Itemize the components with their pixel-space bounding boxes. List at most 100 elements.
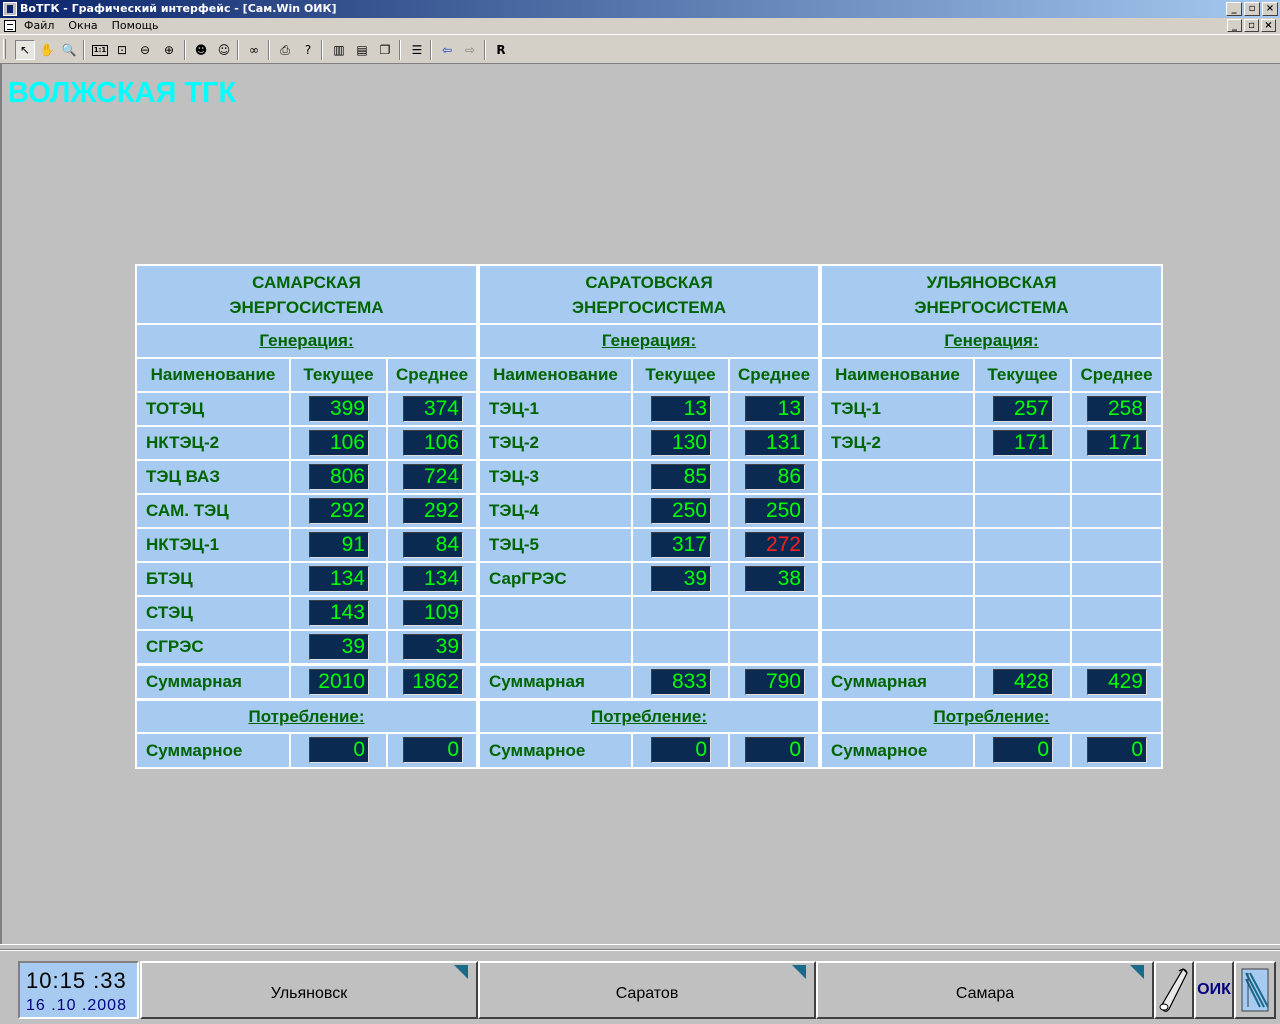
menu-windows[interactable]: Окна	[66, 19, 99, 32]
column-header-text: Наименование	[835, 365, 960, 384]
magnifier-tool-button[interactable]: 🔍	[59, 40, 79, 60]
current-value-cell: 257	[975, 393, 1070, 425]
station-name: ТЭЦ-2	[489, 433, 540, 452]
close-button[interactable]: ×	[1262, 2, 1278, 16]
print-icon: ⎙	[280, 42, 290, 57]
print-tool-button[interactable]: ⎙	[275, 40, 295, 60]
clock-time: 10:15 :33	[26, 968, 127, 993]
binoculars-tool-button[interactable]: ∞	[244, 40, 264, 60]
average-value-cell: 106	[388, 427, 476, 459]
person-tool-button[interactable]: ☻	[191, 40, 211, 60]
current-value-cell: 317	[633, 529, 728, 561]
nav-button-saratov[interactable]: Саратов	[478, 961, 816, 1019]
person-alt-tool-button[interactable]: ☺	[214, 40, 234, 60]
column-header-text: Наименование	[493, 365, 618, 384]
forward-tool-button[interactable]: ⇨	[460, 40, 480, 60]
average-value-cell: 84	[388, 529, 476, 561]
consumption-label-text: Потребление:	[590, 706, 708, 726]
doc-close-button[interactable]: ×	[1261, 19, 1276, 32]
total-name-cell: Суммарная	[480, 666, 631, 698]
consumption-label-text: Потребление:	[248, 706, 365, 726]
maximize-button[interactable]: ▫	[1244, 2, 1260, 16]
zoom-in-tool-button[interactable]: ⊕	[159, 40, 179, 60]
station-name: НКТЭЦ-1	[146, 535, 220, 554]
current-value-cell: 39	[291, 631, 386, 663]
station-name: СТЭЦ	[146, 603, 193, 622]
system-header: САМАРСКАЯ ЭНЕРГОСИСТЕМА	[137, 266, 476, 323]
consumption-name: Суммарное	[831, 740, 928, 760]
scroll-button[interactable]	[1154, 961, 1194, 1019]
refresh-r-tool-button[interactable]: R	[491, 40, 511, 60]
nav-button-ulyanovsk[interactable]: Ульяновск	[140, 961, 478, 1019]
station-name-cell: ТЭЦ-3	[480, 461, 631, 493]
average-value-display: 171	[1087, 430, 1147, 456]
toolbar-grip[interactable]	[3, 39, 6, 59]
station-name-cell	[480, 631, 631, 663]
current-value-display: 39	[309, 634, 369, 660]
current-value-cell: 91	[291, 529, 386, 561]
consumption-average-cell: 0	[388, 734, 476, 767]
tile-horizontal-tool-button[interactable]: ▤	[352, 40, 372, 60]
tile-vertical-tool-button[interactable]: ▥	[329, 40, 349, 60]
total-label: Суммарная	[146, 672, 242, 691]
average-value-cell: 134	[388, 563, 476, 595]
zoom-out-tool-button[interactable]: ⊖	[135, 40, 155, 60]
total-average-cell: 790	[730, 666, 818, 698]
column-header-text: Среднее	[737, 365, 811, 384]
station-name: ТЭЦ-1	[831, 399, 882, 418]
document-icon[interactable]	[4, 20, 16, 32]
minimize-button[interactable]: _	[1226, 2, 1242, 16]
current-value-cell: 806	[291, 461, 386, 493]
station-name-cell	[822, 461, 973, 493]
current-value-cell	[975, 461, 1070, 493]
average-value-display: 13	[745, 396, 805, 422]
system-title-line1: САМАРСКАЯ	[252, 272, 361, 292]
station-name: ТЭЦ-1	[489, 399, 540, 418]
menu-help[interactable]: Помощь	[110, 19, 161, 32]
station-name-cell: СГРЭС	[137, 631, 289, 663]
cascade-tool-button[interactable]: ❐	[375, 40, 395, 60]
consumption-name-cell: Суммарное	[137, 734, 289, 767]
menu-file[interactable]: Файл	[22, 19, 56, 32]
nav-button-samara[interactable]: Самара	[816, 961, 1154, 1019]
generation-label: Генерация:	[480, 325, 818, 357]
doc-restore-button[interactable]: ▫	[1244, 19, 1259, 32]
oik-button[interactable]: ОИК	[1194, 961, 1234, 1019]
average-value-display: 109	[403, 600, 463, 626]
average-value-cell: 86	[730, 461, 818, 493]
current-value-cell	[975, 495, 1070, 527]
zoom-fit-tool-button[interactable]: ⊡	[112, 40, 132, 60]
average-value-cell: 272	[730, 529, 818, 561]
help-icon: ?	[304, 43, 312, 57]
current-value-cell: 13	[633, 393, 728, 425]
help-tool-button[interactable]: ?	[298, 40, 318, 60]
hand-tool-button[interactable]: ✋	[37, 40, 57, 60]
hand-icon: ✋	[39, 43, 55, 57]
generation-label-text: Генерация:	[601, 331, 697, 350]
column-header-text: Среднее	[395, 365, 469, 384]
current-value-display: 85	[651, 464, 711, 490]
average-value-display: 84	[403, 532, 463, 558]
title-bar[interactable]: ВоТГК - Графический интерфейс - [Сам.Win…	[0, 0, 1280, 18]
pointer-tool-button[interactable]: ↖	[15, 40, 35, 60]
average-value-display: 250	[745, 498, 805, 524]
doc-minimize-button[interactable]: _	[1227, 19, 1242, 32]
binoculars-icon: ∞	[249, 43, 259, 57]
average-value-display: 38	[745, 566, 805, 592]
average-value-cell: 258	[1072, 393, 1161, 425]
current-value-cell	[633, 597, 728, 629]
app-icon[interactable]	[3, 2, 17, 16]
station-name-cell: ТЭЦ-4	[480, 495, 631, 527]
current-value-display: 806	[309, 464, 369, 490]
toolbar: ↖ ✋ 🔍 1:1 ⊡ ⊖ ⊕ ☻ ☺ ∞ ⎙? ▥ ▤ ❐ ☰ ⇦ ⇨ R	[0, 34, 1280, 64]
average-value-cell: 374	[388, 393, 476, 425]
window-list-tool-button[interactable]: ☰	[407, 40, 427, 60]
transmission-button[interactable]	[1234, 961, 1276, 1019]
actual-size-tool-button[interactable]: 1:1	[90, 40, 110, 60]
back-tool-button[interactable]: ⇦	[437, 40, 457, 60]
average-value-display: 86	[745, 464, 805, 490]
average-value-display: 374	[403, 396, 463, 422]
average-value-cell	[1072, 563, 1161, 595]
station-name-cell: ТЭЦ-1	[822, 393, 973, 425]
column-header-current: Текущее	[633, 359, 728, 391]
